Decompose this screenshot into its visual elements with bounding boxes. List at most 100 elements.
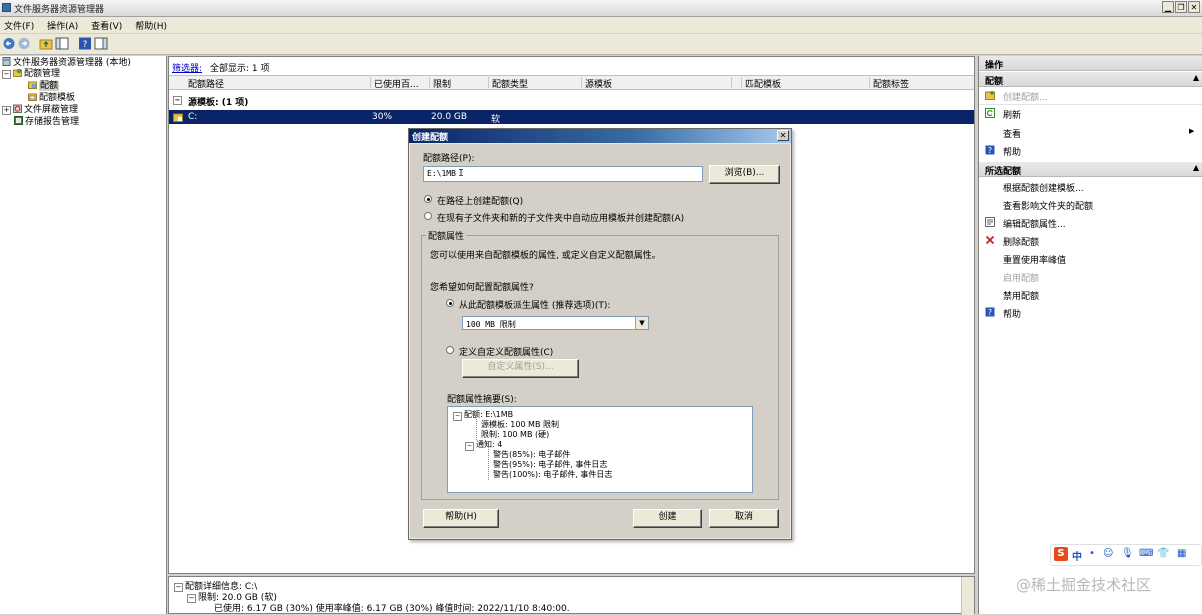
- refresh-icon: [985, 108, 995, 118]
- group-collapse-icon[interactable]: −: [173, 96, 182, 105]
- col-match-template[interactable]: 匹配模板: [741, 77, 781, 90]
- action-disable-quota[interactable]: 禁用配额: [979, 286, 1202, 303]
- col-used[interactable]: 已使用百...: [370, 77, 419, 90]
- help-button[interactable]: 帮助(H): [423, 509, 499, 528]
- radio-auto-apply-label: 在现有子文件夹和新的子文件夹中自动应用模板并创建配额(A): [437, 214, 685, 224]
- summary-warning-100: 警告(100%): 电子邮件, 事件日志: [488, 469, 612, 480]
- tree-storage-reports[interactable]: 存储报告管理: [14, 116, 79, 127]
- summary-notify-collapse-icon[interactable]: −: [465, 442, 474, 451]
- ime-emoji-icon[interactable]: ☺: [1103, 548, 1113, 559]
- ime-logo-icon[interactable]: S: [1054, 547, 1068, 561]
- sort-arrow-icon: [731, 77, 732, 88]
- action-create-quota[interactable]: 创建配额...: [979, 87, 1202, 105]
- text-cursor-icon: I: [458, 168, 465, 179]
- file-screening-icon: [13, 104, 22, 113]
- radio-custom-properties[interactable]: [446, 346, 454, 354]
- action-help[interactable]: ? 帮助: [979, 142, 1202, 159]
- svg-text:?: ?: [988, 146, 992, 155]
- show-hide-tree-icon[interactable]: [55, 37, 69, 50]
- detail-limit-collapse-icon[interactable]: −: [187, 594, 196, 603]
- action-delete-quota[interactable]: 删除配额: [979, 232, 1202, 249]
- section-collapse-icon[interactable]: ▲: [1193, 73, 1199, 82]
- quota-path-input[interactable]: E:\1MB I: [423, 166, 703, 182]
- up-folder-icon[interactable]: [39, 37, 53, 50]
- col-limit[interactable]: 限制: [429, 77, 451, 90]
- actions-section-quotas[interactable]: 配额 ▲: [979, 72, 1202, 87]
- action-create-template[interactable]: 根据配额创建模板...: [979, 178, 1202, 195]
- minimize-button[interactable]: ▁: [1162, 1, 1174, 13]
- tree-quota-management[interactable]: − 配额管理: [2, 68, 60, 79]
- ime-toolbox-icon[interactable]: ▦: [1177, 548, 1186, 559]
- ime-language-toggle[interactable]: 中: [1072, 548, 1082, 563]
- close-button[interactable]: ✕: [1188, 1, 1200, 13]
- action-view-affecting-quotas[interactable]: 查看影响文件夹的配额: [979, 196, 1202, 213]
- menu-file[interactable]: 文件(F): [0, 17, 40, 32]
- submenu-arrow-icon: ▶: [1189, 127, 1195, 135]
- quota-management-icon: [13, 68, 22, 77]
- tree-quotas[interactable]: 配额: [28, 80, 60, 91]
- tree-root-label: 文件服务器资源管理器 (本地): [13, 58, 131, 68]
- col-quota-type[interactable]: 配额类型: [488, 77, 528, 90]
- tree-file-screening-label: 文件屏蔽管理: [24, 105, 79, 115]
- ime-skin-icon[interactable]: 👕: [1157, 548, 1169, 559]
- quota-path-label: 配额路径(P):: [423, 154, 475, 164]
- radio-create-on-path[interactable]: [424, 195, 432, 203]
- action-enable-quota-label: 启用配额: [1003, 274, 1040, 284]
- summary-collapse-icon[interactable]: −: [453, 412, 462, 421]
- radio-auto-apply[interactable]: [424, 212, 432, 220]
- chevron-down-icon[interactable]: ▼: [635, 317, 648, 329]
- custom-properties-button[interactable]: 自定义属性(S)...: [462, 359, 579, 378]
- detail-collapse-icon[interactable]: −: [174, 583, 183, 592]
- tree-root[interactable]: 文件服务器资源管理器 (本地): [2, 57, 131, 68]
- col-quota-label[interactable]: 配额标签: [869, 77, 909, 90]
- filter-link[interactable]: 筛选器:: [172, 61, 202, 74]
- collapse-icon[interactable]: −: [2, 70, 11, 79]
- group-header[interactable]: − 源模板: (1 项): [169, 93, 974, 108]
- action-help-2[interactable]: ? 帮助: [979, 304, 1202, 321]
- section-selected-collapse-icon[interactable]: ▲: [1193, 163, 1199, 172]
- forward-icon[interactable]: [17, 37, 31, 50]
- dialog-title: 创建配额: [412, 133, 449, 143]
- action-create-quota-label: 创建配额...: [1003, 93, 1048, 103]
- properties-summary-tree[interactable]: − 配额: E:\1MB 源模板: 100 MB 限制 限制: 100 MB (硬…: [447, 406, 753, 493]
- menu-help[interactable]: 帮助(H): [131, 17, 173, 32]
- show-hide-action-pane-icon[interactable]: [94, 37, 108, 50]
- ime-punctuation-icon[interactable]: •: [1089, 548, 1095, 559]
- table-row[interactable]: C: 30% 20.0 GB 软: [169, 110, 974, 125]
- actions-pane: 操作 配额 ▲ 创建配额... 刷新 查看 ▶ ? 帮助 所选配额 ▲ 根据配额创建…: [978, 56, 1202, 614]
- action-view[interactable]: 查看 ▶: [979, 124, 1202, 141]
- actions-header-label: 操作: [985, 61, 1004, 71]
- action-help-2-label: 帮助: [1003, 310, 1022, 320]
- menu-action[interactable]: 操作(A): [43, 17, 84, 32]
- quota-template-icon: [28, 93, 37, 101]
- action-reset-peak[interactable]: 重置使用率峰值: [979, 250, 1202, 267]
- back-icon[interactable]: [2, 37, 16, 50]
- action-refresh[interactable]: 刷新: [979, 105, 1202, 122]
- col-quota-path[interactable]: 配额路径: [185, 77, 224, 90]
- expand-icon[interactable]: +: [2, 106, 11, 115]
- cancel-button[interactable]: 取消: [709, 509, 779, 528]
- action-view-affecting-label: 查看影响文件夹的配额: [1003, 202, 1094, 212]
- console-tree: 文件服务器资源管理器 (本地) − 配额管理 配额 配额模板 + 文件屏蔽管理 存储…: [0, 56, 167, 614]
- template-select[interactable]: 100 MB 限制 ▼: [462, 316, 649, 330]
- server-icon: [2, 57, 11, 66]
- actions-section-selected-quota[interactable]: 所选配额 ▲: [979, 162, 1202, 177]
- tree-quota-templates[interactable]: 配额模板: [28, 92, 75, 103]
- menu-view[interactable]: 查看(V): [87, 17, 128, 32]
- create-button[interactable]: 创建: [633, 509, 702, 528]
- browse-button[interactable]: 浏览(B)...: [709, 165, 780, 184]
- restore-button[interactable]: ❐: [1175, 1, 1187, 13]
- action-edit-properties[interactable]: 编辑配额属性...: [979, 214, 1202, 231]
- ime-voice-icon[interactable]: 🎙: [1121, 548, 1134, 559]
- tree-file-screening[interactable]: + 文件屏蔽管理: [2, 104, 78, 115]
- action-enable-quota[interactable]: 启用配额: [979, 268, 1202, 285]
- column-header: 配额路径 已使用百... 限制 配额类型 源模板 匹配模板 配额标签: [169, 75, 974, 90]
- details-scrollbar[interactable]: [961, 577, 974, 615]
- action-help-label: 帮助: [1003, 148, 1022, 158]
- col-source-template[interactable]: 源模板: [581, 77, 612, 90]
- dialog-close-button[interactable]: ✕: [777, 130, 789, 141]
- window-titlebar: 文件服务器资源管理器 ▁ ❐ ✕: [0, 0, 1202, 17]
- help-toolbar-icon[interactable]: ?: [78, 37, 92, 50]
- ime-keyboard-icon[interactable]: ⌨: [1139, 548, 1153, 559]
- radio-derive-template[interactable]: [446, 299, 454, 307]
